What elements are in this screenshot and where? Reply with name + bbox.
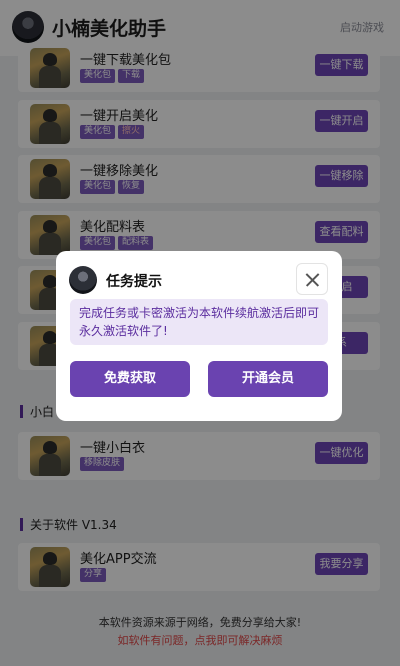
free-get-button[interactable]: 免费获取: [70, 361, 190, 397]
dialog-avatar: [69, 266, 97, 294]
vip-button[interactable]: 开通会员: [208, 361, 328, 397]
task-dialog: 任务提示 完成任务或卡密激活为本软件续航激活后即可永久激活软件了! 免费获取 开…: [56, 251, 342, 421]
close-icon[interactable]: [296, 263, 328, 295]
dialog-message: 完成任务或卡密激活为本软件续航激活后即可永久激活软件了!: [70, 299, 328, 345]
dialog-title: 任务提示: [106, 274, 162, 290]
